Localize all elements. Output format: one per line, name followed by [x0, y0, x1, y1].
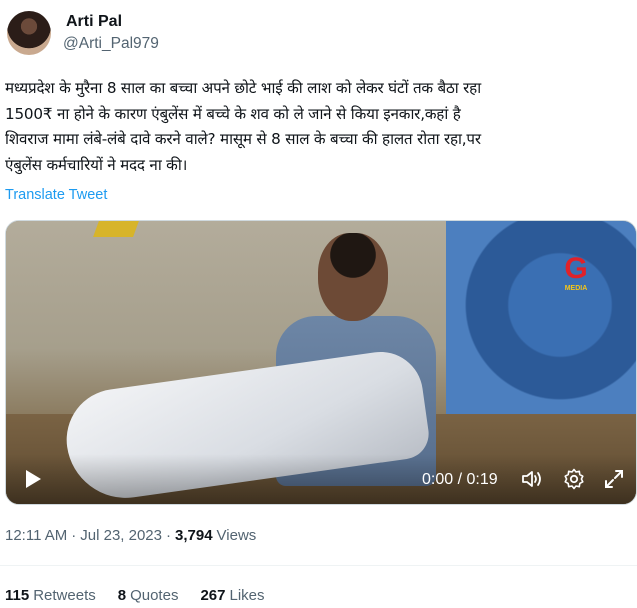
views-label: Views [216, 527, 257, 544]
video-time: 0:00 / 0:19 [422, 471, 498, 488]
volume-icon [522, 471, 541, 487]
retweets-stat[interactable]: 115 Retweets [5, 587, 96, 604]
likes-stat[interactable]: 267 Likes [200, 587, 264, 604]
meta-separator: · [71, 527, 77, 544]
tweet-meta: 12:11 AM · Jul 23, 2023 · 3,794 Views [5, 527, 256, 544]
settings-icon [564, 468, 584, 490]
tweet-header: Arti Pal @Arti_Pal979 [7, 8, 159, 58]
fullscreen-button[interactable] [602, 467, 626, 491]
author-names: Arti Pal @Arti_Pal979 [63, 12, 159, 54]
quotes-label: Quotes [130, 587, 179, 604]
likes-label: Likes [229, 587, 265, 604]
translate-tweet-link[interactable]: Translate Tweet [5, 187, 107, 203]
retweets-label: Retweets [33, 587, 96, 604]
retweets-count: 115 [5, 587, 30, 604]
watermark-letter: G [564, 252, 588, 285]
engagement-stats: 115 Retweets 8 Quotes 267 Likes [5, 587, 265, 604]
mute-button[interactable] [520, 467, 544, 491]
play-icon [26, 470, 41, 488]
quotes-stat[interactable]: 8 Quotes [118, 587, 179, 604]
play-button[interactable] [22, 468, 44, 490]
avatar[interactable] [7, 11, 51, 55]
likes-count: 267 [200, 587, 226, 604]
quotes-count: 8 [117, 587, 127, 604]
watermark-sub: MEDIA [564, 285, 588, 292]
display-name-row[interactable]: Arti Pal [63, 12, 159, 32]
meta-separator: · [166, 527, 171, 544]
divider [0, 565, 637, 566]
views-count: 3,794 [175, 527, 213, 544]
video-controls: 0:00 / 0:19 [6, 454, 636, 504]
settings-button[interactable] [562, 467, 586, 491]
fullscreen-icon [605, 470, 623, 488]
channel-watermark-logo: G MEDIA [558, 253, 594, 293]
display-name[interactable]: Arti Pal [66, 12, 122, 32]
user-handle[interactable]: @Arti_Pal979 [63, 34, 159, 54]
tweet-text: मध्यप्रदेश के मुरैना 8 साल का बच्चा अपने… [5, 79, 481, 174]
video-player[interactable]: G MEDIA 0:00 / 0:19 [5, 220, 637, 505]
tweet-time[interactable]: 12:11 AM [5, 527, 67, 544]
tweet-date[interactable]: Jul 23, 2023 [80, 527, 162, 544]
